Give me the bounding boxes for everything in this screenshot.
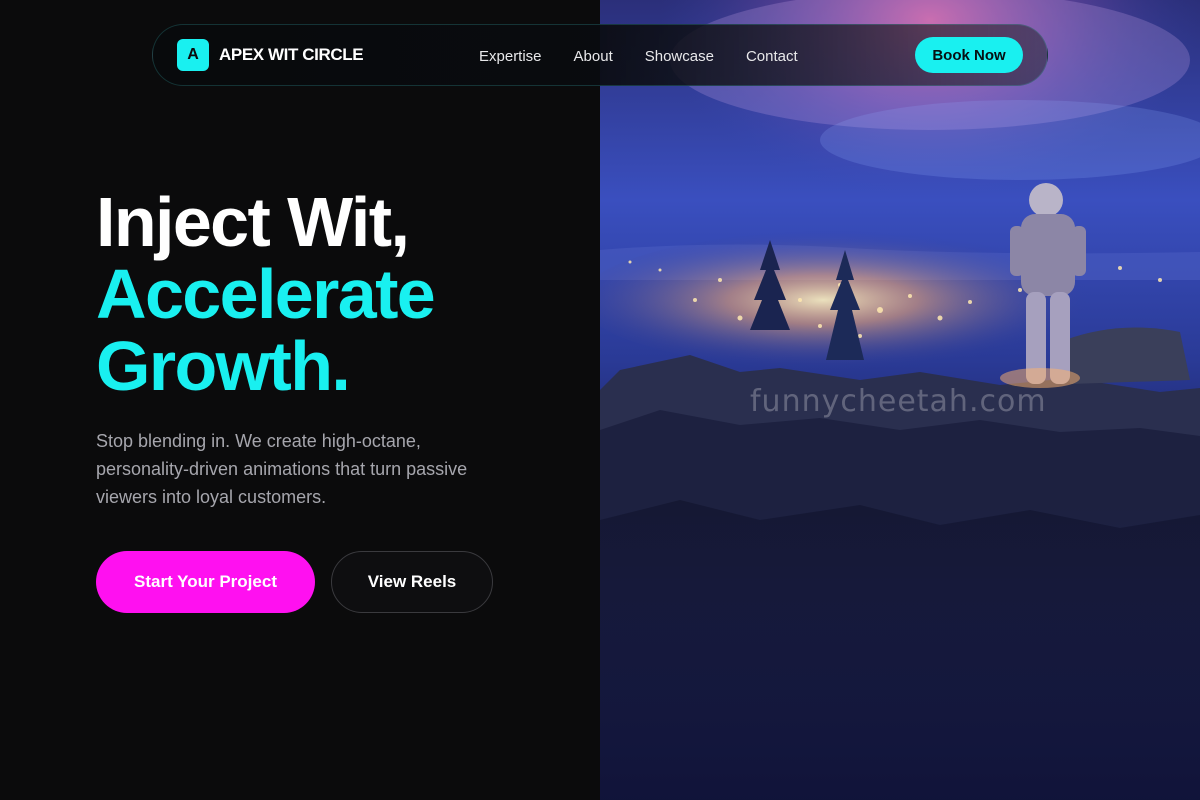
headline-line-3: Growth.: [96, 327, 351, 405]
nav-link-showcase[interactable]: Showcase: [645, 48, 714, 65]
nav-link-contact[interactable]: Contact: [746, 48, 798, 65]
headline-line-1: Inject Wit,: [96, 183, 410, 261]
view-reels-button[interactable]: View Reels: [331, 551, 493, 613]
book-now-button[interactable]: Book Now: [915, 37, 1023, 73]
top-navbar: A APEX WIT CIRCLE Expertise About Showca…: [152, 24, 1048, 86]
hero-image: [600, 0, 1200, 800]
hero-subtext: Stop blending in. We create high-octane,…: [96, 431, 468, 507]
astronaut-scene-illustration: [600, 0, 1200, 800]
nav-links: Expertise About Showcase Contact: [479, 45, 830, 67]
nav-link-expertise[interactable]: Expertise: [479, 48, 542, 65]
start-project-button[interactable]: Start Your Project: [96, 551, 315, 613]
headline-line-2: Accelerate: [96, 255, 436, 333]
hero-headline: Inject Wit, Accelerate Growth.: [96, 186, 596, 402]
nav-link-about[interactable]: About: [574, 48, 613, 65]
brand-name: APEX WIT CIRCLE: [219, 45, 364, 64]
brand-logo-icon: A: [177, 39, 209, 71]
brand[interactable]: A APEX WIT CIRCLE: [177, 39, 364, 71]
